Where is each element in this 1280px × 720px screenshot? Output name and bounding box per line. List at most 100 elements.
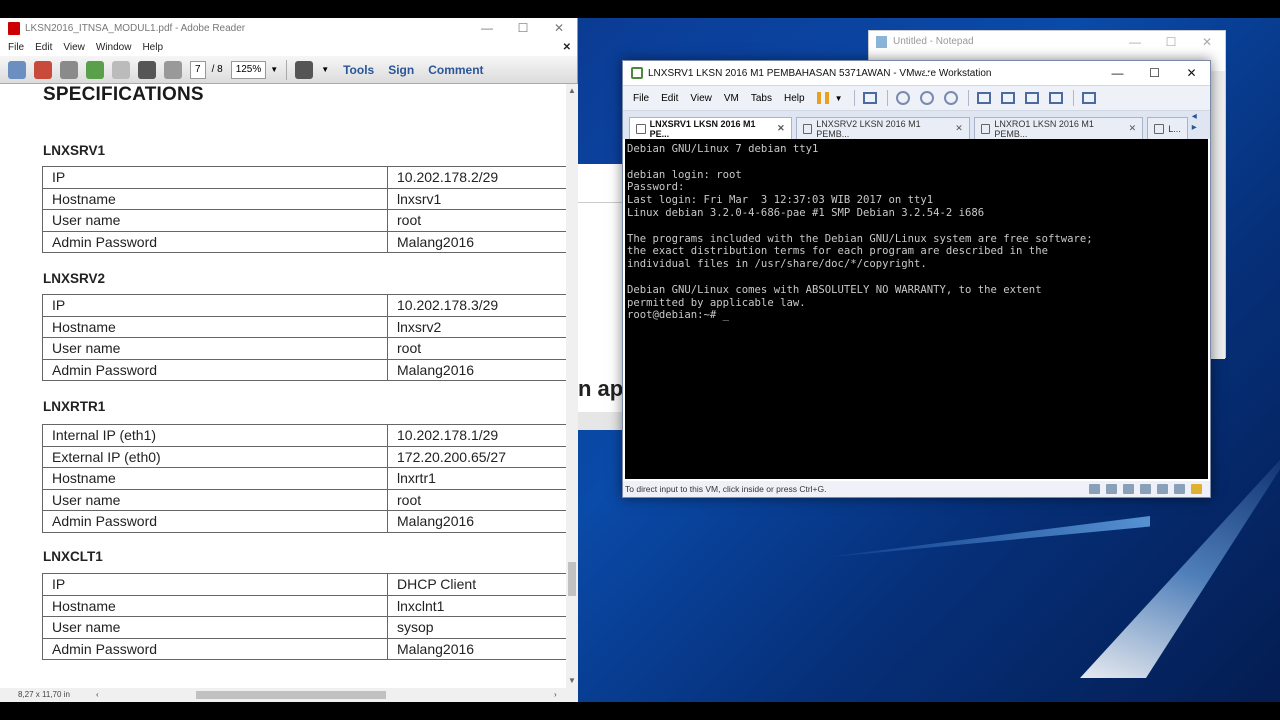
page-number-input[interactable]: 7 [190, 60, 206, 79]
vertical-scrollbar[interactable]: ▲ ▼ [566, 84, 578, 688]
menu-view[interactable]: View [690, 93, 712, 104]
tools-button[interactable]: Tools [343, 63, 374, 77]
vm-tab[interactable]: LNXSRV2 LKSN 2016 M1 PEMB... ✕ [795, 117, 970, 139]
hard-disk-icon[interactable] [1089, 484, 1100, 494]
vm-tab[interactable]: LNXSRV1 LKSN 2016 M1 PE... ✕ [629, 117, 792, 139]
close-document-button[interactable]: ✕ [563, 42, 571, 53]
read-mode-icon[interactable] [295, 60, 314, 79]
create-pdf-icon[interactable] [8, 60, 26, 79]
edit-icon[interactable] [60, 60, 78, 79]
table-cell: 172.20.200.65/27 [387, 445, 566, 468]
vmware-window[interactable]: LNXSRV1 LKSN 2016 M1 PEMBAHASAN 5371AWAN… [622, 60, 1211, 498]
scroll-right-icon[interactable]: › [554, 688, 557, 702]
message-icon[interactable] [1191, 484, 1202, 494]
network-icon[interactable] [1123, 484, 1134, 494]
close-button[interactable]: ✕ [1189, 31, 1225, 53]
save-icon[interactable] [112, 60, 130, 79]
mouse-cursor-icon [925, 67, 930, 75]
snapshot-manager-icon[interactable] [944, 91, 959, 105]
page-title: SPECIFICATIONS [43, 84, 204, 105]
sound-icon[interactable] [1157, 484, 1168, 494]
table-row: Admin Password Malang2016 [42, 637, 566, 660]
maximize-button[interactable]: ☐ [505, 21, 541, 35]
status-message: To direct input to this VM, click inside… [625, 484, 827, 494]
export-pdf-icon[interactable] [34, 60, 52, 79]
pdf-page[interactable]: SPECIFICATIONS LNXSRV1 IP 10.202.178.2/29… [0, 84, 566, 688]
chevron-down-icon[interactable]: ▼ [321, 65, 329, 74]
tab-scroll-icon[interactable]: ◂ ▸ [1192, 111, 1204, 133]
spec-table: IP 10.202.178.2/29 Hostname lnxsrv1 User n… [42, 166, 566, 253]
reader-titlebar[interactable]: LKSN2016_ITNSA_MODUL1.pdf - Adobe Reader… [0, 18, 577, 38]
table-row: Hostname lnxsrv2 [42, 315, 566, 338]
table-cell: Malang2016 [387, 358, 566, 381]
menu-edit[interactable]: Edit [35, 42, 52, 53]
scroll-down-icon[interactable]: ▼ [568, 676, 576, 685]
close-icon[interactable]: ✕ [955, 123, 963, 134]
table-cell: Admin Password [42, 358, 388, 381]
minimize-button[interactable]: — [469, 21, 505, 35]
table-cell: IP [42, 294, 388, 317]
vm-tab[interactable]: L... [1147, 117, 1188, 139]
scroll-left-icon[interactable]: ‹ [96, 688, 99, 702]
thumbnail-view-icon[interactable] [1001, 92, 1016, 104]
divider [1073, 90, 1075, 106]
fullscreen-icon[interactable] [1025, 92, 1040, 104]
close-icon[interactable]: ✕ [1129, 123, 1137, 134]
usb-icon[interactable] [1174, 484, 1185, 494]
menu-view[interactable]: View [63, 42, 85, 53]
close-button[interactable]: ✕ [541, 21, 577, 35]
revert-snapshot-icon[interactable] [920, 91, 935, 105]
menu-vm[interactable]: VM [724, 93, 739, 104]
spec-table: IP 10.202.178.3/29 Hostname lnxsrv2 User n… [42, 294, 566, 381]
chevron-down-icon[interactable]: ▼ [835, 94, 843, 103]
table-cell: lnxrtr1 [387, 467, 566, 490]
print-icon[interactable] [138, 60, 156, 79]
email-icon[interactable] [164, 60, 182, 79]
notepad-scrollbar[interactable] [1211, 71, 1225, 359]
menu-help[interactable]: Help [142, 42, 163, 53]
background-bar [578, 412, 626, 430]
table-row: IP DHCP Client [42, 573, 566, 596]
scroll-up-icon[interactable]: ▲ [568, 86, 576, 95]
menu-file[interactable]: File [8, 42, 24, 53]
table-row: Internal IP (eth1) 10.202.178.1/29 [42, 424, 566, 447]
maximize-button[interactable]: ☐ [1153, 31, 1189, 53]
unity-icon[interactable] [1049, 92, 1064, 104]
printer-icon[interactable] [1140, 484, 1151, 494]
table-row: User name root [42, 488, 566, 511]
vmware-titlebar[interactable]: LNXSRV1 LKSN 2016 M1 PEMBAHASAN 5371AWAN… [623, 61, 1210, 85]
send-ctrl-alt-del-icon[interactable] [863, 92, 878, 104]
menu-window[interactable]: Window [96, 42, 132, 53]
section-title: LNXRTR1 [43, 399, 106, 414]
pause-icon[interactable] [816, 92, 829, 104]
table-cell: root [387, 337, 566, 360]
upload-cloud-icon[interactable] [86, 60, 104, 79]
cd-drive-icon[interactable] [1106, 484, 1117, 494]
menu-tabs[interactable]: Tabs [751, 93, 772, 104]
table-cell: IP [42, 573, 388, 596]
minimize-button[interactable]: — [1099, 66, 1136, 80]
vm-console[interactable]: Debian GNU/Linux 7 debian tty1 debian lo… [625, 139, 1208, 479]
sign-button[interactable]: Sign [388, 63, 414, 77]
vm-tab-strip: LNXSRV1 LKSN 2016 M1 PE... ✕ LNXSRV2 LKS… [623, 111, 1210, 139]
notepad-titlebar[interactable]: Untitled - Notepad — ☐ ✕ [869, 31, 1225, 53]
menu-edit[interactable]: Edit [661, 93, 678, 104]
adobe-reader-window[interactable]: LKSN2016_ITNSA_MODUL1.pdf - Adobe Reader… [0, 18, 578, 702]
console-view-icon[interactable] [1082, 92, 1097, 104]
scrollbar-thumb[interactable] [568, 562, 576, 596]
horizontal-scrollbar-thumb[interactable] [196, 691, 386, 699]
table-cell: Admin Password [42, 637, 388, 660]
menu-file[interactable]: File [633, 93, 649, 104]
comment-button[interactable]: Comment [428, 63, 483, 77]
close-icon[interactable]: ✕ [777, 123, 785, 134]
vm-tab[interactable]: LNXRO1 LKSN 2016 M1 PEMB... ✕ [973, 117, 1144, 139]
close-button[interactable]: ✕ [1173, 66, 1210, 80]
vm-icon [802, 123, 813, 134]
maximize-button[interactable]: ☐ [1136, 66, 1173, 80]
menu-help[interactable]: Help [784, 93, 805, 104]
minimize-button[interactable]: — [1117, 31, 1153, 53]
chevron-down-icon[interactable]: ▼ [270, 65, 278, 74]
library-view-icon[interactable] [977, 92, 992, 104]
snapshot-icon[interactable] [896, 91, 911, 105]
zoom-select[interactable]: 125% [230, 60, 267, 79]
